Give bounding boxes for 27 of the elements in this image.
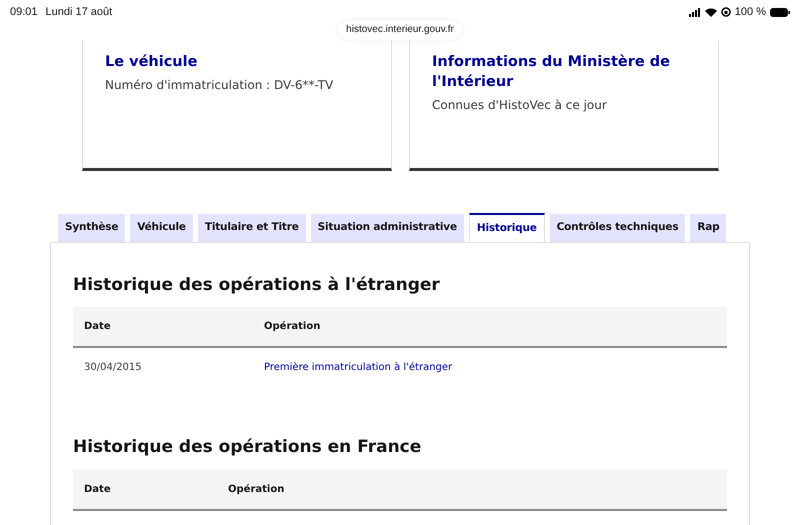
rotation-lock-icon [720, 7, 731, 17]
battery-icon [770, 8, 790, 16]
card-text: Numéro d'immatriculation : DV-6**-TV [105, 77, 334, 94]
address-bar[interactable]: histovec.interieur.gouv.fr [338, 20, 462, 40]
card-text: Connues d'HistoVec à ce jour [432, 97, 608, 114]
card-title: Informations du Ministère de l'Intérieur [432, 53, 671, 92]
status-time: 09:01 [10, 4, 38, 20]
tab[interactable]: Titulaire et Titre [198, 214, 306, 242]
column-header: Date [73, 307, 253, 348]
section-title: Historique des opérations en France [73, 437, 422, 458]
tab[interactable]: Historique [468, 213, 545, 242]
tab[interactable]: Véhicule [130, 214, 193, 242]
column-header: Date [73, 470, 217, 510]
signal-icon [688, 8, 701, 16]
operation-link[interactable]: Première immatriculation à l'étranger [264, 362, 452, 374]
tab[interactable]: Rap [690, 214, 726, 242]
wifi-icon [704, 8, 717, 16]
column-header: Opération [253, 307, 727, 348]
card-title: Le véhicule [105, 53, 198, 72]
battery-percent: 100 % [734, 4, 766, 20]
tab[interactable]: Contrôles techniques [550, 214, 686, 242]
tab[interactable]: Situation administrative [310, 214, 464, 242]
tab[interactable]: Synthèse [58, 214, 126, 242]
column-header: Opération [217, 470, 727, 510]
status-date: Lundi 17 août [46, 4, 112, 20]
table-cell: 30/04/2015 [73, 347, 253, 388]
section-title: Historique des opérations à l'étranger [73, 275, 441, 296]
